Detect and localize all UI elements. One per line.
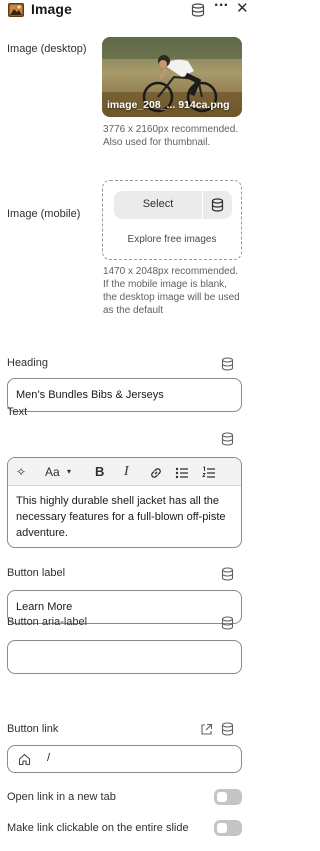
numbered-list-icon[interactable] <box>202 465 216 481</box>
clickable-slide-label: Make link clickable on the entire slide <box>7 822 189 834</box>
mobile-image-dropzone[interactable]: Select Explore free images <box>102 180 242 260</box>
link-icon[interactable] <box>149 465 163 481</box>
image-desktop-label: Image (desktop) <box>7 43 87 55</box>
italic-icon[interactable]: I <box>124 464 129 480</box>
image-desktop-hint: 3776 x 2160px recommended. Also used for… <box>103 124 239 148</box>
text-label: Text <box>7 406 28 418</box>
toggle-knob <box>217 823 227 833</box>
dynamic-source-icon[interactable] <box>221 616 234 630</box>
image-mobile-label: Image (mobile) <box>7 208 81 220</box>
dynamic-source-icon[interactable] <box>191 3 205 17</box>
rich-text-editor[interactable]: ✧ Aa ▾ B I This highly durable shell jac… <box>7 457 242 548</box>
button-label-label: Button label <box>7 567 66 579</box>
dynamic-source-icon[interactable] <box>221 567 234 581</box>
button-link-input[interactable]: / <box>7 745 242 773</box>
desktop-image-thumbnail[interactable]: image_208_... 914ca.png <box>102 37 242 117</box>
chevron-down-icon[interactable]: ▾ <box>67 464 71 480</box>
desktop-image-filename: image_208_... 914ca.png <box>107 99 230 111</box>
text-value: This highly durable shell jacket has all… <box>16 495 226 539</box>
panel-header: Image ··· ✕ <box>0 0 249 22</box>
more-icon[interactable]: ··· <box>214 0 229 15</box>
select-image-button[interactable]: Select <box>114 191 232 219</box>
dynamic-source-icon[interactable] <box>221 722 234 736</box>
select-button-label: Select <box>142 198 174 210</box>
explore-free-images-link[interactable]: Explore free images <box>103 234 241 245</box>
panel-title: Image <box>31 1 72 17</box>
external-link-icon[interactable] <box>200 723 213 736</box>
bold-icon[interactable]: B <box>95 464 104 480</box>
close-icon[interactable]: ✕ <box>236 0 249 17</box>
button-link-label: Button link <box>7 723 59 735</box>
button-divider <box>202 191 203 219</box>
dynamic-source-icon[interactable] <box>211 198 224 212</box>
toggle-knob <box>217 792 227 802</box>
ai-sparkle-icon[interactable]: ✧ <box>16 464 26 480</box>
image-mobile-hint: 1470 x 2048px recommended. If the mobile… <box>103 266 240 316</box>
dynamic-source-icon[interactable] <box>221 357 234 371</box>
button-aria-label-input[interactable] <box>7 640 242 674</box>
rich-text-toolbar: ✧ Aa ▾ B I <box>8 458 241 486</box>
font-style-icon[interactable]: Aa <box>45 464 60 480</box>
bullet-list-icon[interactable] <box>175 465 189 481</box>
button-link-value: / <box>47 752 51 764</box>
home-icon <box>18 753 31 766</box>
button-label-value: Learn More <box>16 601 73 613</box>
image-block-icon <box>8 3 24 17</box>
heading-value: Men’s Bundles Bibs & Jerseys <box>16 389 164 401</box>
new-tab-toggle[interactable] <box>214 789 242 805</box>
button-aria-label-label: Button aria-label <box>7 616 88 628</box>
heading-input[interactable]: Men’s Bundles Bibs & Jerseys <box>7 378 242 412</box>
dynamic-source-icon[interactable] <box>221 432 234 446</box>
clickable-slide-toggle[interactable] <box>214 820 242 836</box>
heading-label: Heading <box>7 357 48 369</box>
new-tab-label: Open link in a new tab <box>7 791 116 803</box>
